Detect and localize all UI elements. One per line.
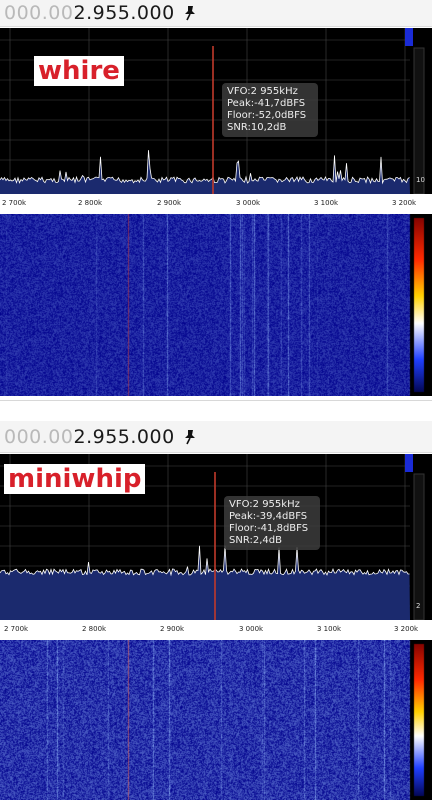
level-meter bbox=[413, 473, 425, 620]
tick-label: 2 700k bbox=[2, 199, 27, 207]
spectrum-trace bbox=[0, 545, 410, 577]
floor-readout: Floor:-41,8dBFS bbox=[229, 523, 309, 534]
level-readout: 10 bbox=[416, 176, 425, 184]
vfo-marker bbox=[214, 472, 216, 620]
spectrum-display[interactable]: 10 whire VFO:2 955kHz Peak:-41,7dBFS Flo… bbox=[0, 28, 432, 194]
waterfall-display[interactable] bbox=[0, 214, 432, 396]
tick-label: 2 900k bbox=[157, 199, 182, 207]
tick-label: 3 200k bbox=[392, 199, 417, 207]
frequency-leading-digits: 000.00 bbox=[4, 2, 74, 24]
antenna-label: miniwhip bbox=[4, 464, 146, 494]
tick-label: 3 100k bbox=[317, 625, 342, 633]
tick-label: 3 200k bbox=[394, 625, 419, 633]
pin-icon[interactable] bbox=[183, 5, 197, 21]
tick-label: 3 100k bbox=[314, 199, 339, 207]
antenna-label: whire bbox=[34, 56, 124, 86]
peak-readout: Peak:-39,4dBFS bbox=[229, 511, 308, 522]
frequency-value: 2.955.000 bbox=[73, 425, 175, 448]
receiver-panel-miniwhip: 000.00 2.955.000 2 miniwhip VFO:2 955kHz … bbox=[0, 421, 432, 800]
vfo-readout: VFO:2 955kHz bbox=[229, 499, 300, 510]
vfo-readout: VFO:2 955kHz bbox=[227, 86, 298, 97]
waterfall-display[interactable] bbox=[0, 640, 432, 800]
scale-top-marker bbox=[405, 454, 413, 472]
panel-divider bbox=[0, 400, 432, 421]
spectrum-display[interactable]: 2 miniwhip VFO:2 955kHz Peak:-39,4dBFS F… bbox=[0, 454, 432, 620]
peak-readout: Peak:-41,7dBFS bbox=[227, 98, 306, 109]
tick-label: 2 800k bbox=[82, 625, 107, 633]
frequency-display[interactable]: 000.00 2.955.000 bbox=[0, 0, 432, 27]
tick-label: 2 900k bbox=[160, 625, 185, 633]
vfo-marker bbox=[212, 46, 214, 194]
frequency-value: 2.955.000 bbox=[73, 2, 175, 24]
floor-readout: Floor:-52,0dBFS bbox=[227, 110, 307, 121]
tick-label: 3 000k bbox=[239, 625, 264, 633]
snr-readout: SNR:2,4dB bbox=[229, 535, 282, 546]
spectrum-trace bbox=[0, 150, 410, 185]
level-readout: 2 bbox=[416, 602, 420, 610]
signal-info-box: VFO:2 955kHz Peak:-39,4dBFS Floor:-41,8d… bbox=[224, 496, 320, 550]
waterfall-canvas bbox=[0, 214, 432, 396]
frequency-display[interactable]: 000.00 2.955.000 bbox=[0, 421, 432, 453]
noise-floor-fill bbox=[0, 150, 410, 194]
signal-info-box: VFO:2 955kHz Peak:-41,7dBFS Floor:-52,0d… bbox=[222, 83, 318, 137]
frequency-axis: 2 700k 2 800k 2 900k 3 000k 3 100k 3 200… bbox=[0, 620, 432, 640]
frequency-axis: 2 700k 2 800k 2 900k 3 000k 3 100k 3 200… bbox=[0, 194, 432, 214]
tick-label: 2 800k bbox=[78, 199, 103, 207]
tick-label: 3 000k bbox=[236, 199, 261, 207]
snr-readout: SNR:10,2dB bbox=[227, 122, 287, 133]
noise-floor-fill bbox=[0, 545, 410, 620]
level-meter bbox=[413, 47, 425, 194]
tick-label: 2 700k bbox=[4, 625, 29, 633]
frequency-leading-digits: 000.00 bbox=[4, 425, 74, 448]
receiver-panel-whire: 000.00 2.955.000 10 whire VFO:2 955kHz Pe… bbox=[0, 0, 432, 400]
spectrum-plot: 10 bbox=[0, 28, 425, 194]
pin-icon[interactable] bbox=[183, 429, 197, 445]
scale-top-marker bbox=[405, 28, 413, 46]
waterfall-canvas bbox=[0, 640, 432, 800]
